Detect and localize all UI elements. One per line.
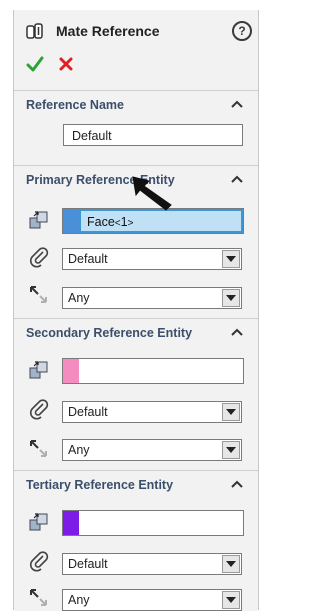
panel-title: Mate Reference [56, 23, 160, 39]
section-title: Tertiary Reference Entity [26, 478, 174, 492]
alignment-arrow-icon [30, 589, 47, 606]
paperclip-icon [30, 399, 49, 420]
paperclip-icon [30, 247, 49, 268]
x-icon[interactable] [56, 54, 76, 74]
reference-name-section: Reference Name Default [14, 90, 258, 161]
section-title: Secondary Reference Entity [26, 326, 193, 340]
reference-entity-icon [29, 513, 48, 531]
section-title: Reference Name [26, 98, 124, 112]
dropdown-value: Default [68, 252, 108, 266]
tertiary-mate-type-dropdown[interactable]: Default [62, 553, 242, 575]
entity-index-close: > [127, 218, 134, 229]
secondary-reference-section: Secondary Reference Entity Default Any [14, 318, 258, 471]
chevron-down-icon[interactable] [222, 591, 240, 609]
secondary-reference-header[interactable]: Secondary Reference Entity [26, 319, 246, 347]
entity-name: Face [87, 215, 115, 229]
primary-entity-color-swatch [63, 209, 79, 233]
chevron-down-icon[interactable] [222, 250, 240, 268]
primary-mate-type-dropdown[interactable]: Default [62, 248, 242, 270]
dropdown-value: Default [68, 405, 108, 419]
alignment-arrow-icon [30, 440, 47, 457]
primary-alignment-dropdown[interactable]: Any [62, 287, 242, 309]
reference-entity-icon [29, 361, 48, 379]
panel-titlebar: Mate Reference ? [14, 10, 258, 82]
chevron-up-icon[interactable] [230, 174, 244, 184]
help-icon[interactable]: ? [232, 21, 252, 41]
checkmark-icon[interactable] [25, 54, 45, 74]
chevron-down-icon[interactable] [222, 403, 240, 421]
secondary-mate-type-dropdown[interactable]: Default [62, 401, 242, 423]
tertiary-entity-color-swatch [63, 511, 79, 535]
alignment-arrow-icon [30, 286, 47, 303]
reference-entity-icon [29, 211, 48, 229]
tertiary-reference-header[interactable]: Tertiary Reference Entity [26, 471, 246, 499]
dropdown-value: Any [68, 443, 90, 457]
dropdown-value: Default [68, 557, 108, 571]
mouse-pointer-icon [132, 176, 172, 211]
tertiary-reference-section: Tertiary Reference Entity Default Any [14, 470, 258, 611]
mate-reference-icon [26, 23, 43, 39]
property-manager-panel: Mate Reference ? Reference Name Default … [13, 10, 259, 611]
paperclip-icon [30, 551, 49, 572]
dropdown-value: Any [68, 291, 90, 305]
secondary-entity-color-swatch [63, 359, 79, 383]
reference-name-input[interactable]: Default [63, 124, 243, 146]
chevron-down-icon[interactable] [222, 555, 240, 573]
reference-name-header[interactable]: Reference Name [26, 91, 246, 119]
tertiary-entity-selection-box[interactable] [62, 510, 244, 536]
chevron-up-icon[interactable] [230, 99, 244, 109]
secondary-entity-selection-box[interactable] [62, 358, 244, 384]
tertiary-alignment-dropdown[interactable]: Any [62, 589, 242, 611]
dropdown-value: Any [68, 593, 90, 607]
chevron-up-icon[interactable] [230, 327, 244, 337]
chevron-down-icon[interactable] [222, 289, 240, 307]
primary-entity-selection-box[interactable]: Face<1> [62, 208, 244, 234]
chevron-down-icon[interactable] [222, 441, 240, 459]
secondary-alignment-dropdown[interactable]: Any [62, 439, 242, 461]
entity-index: 1 [120, 215, 128, 229]
primary-selected-entity[interactable]: Face<1> [79, 209, 243, 233]
chevron-up-icon[interactable] [230, 479, 244, 489]
